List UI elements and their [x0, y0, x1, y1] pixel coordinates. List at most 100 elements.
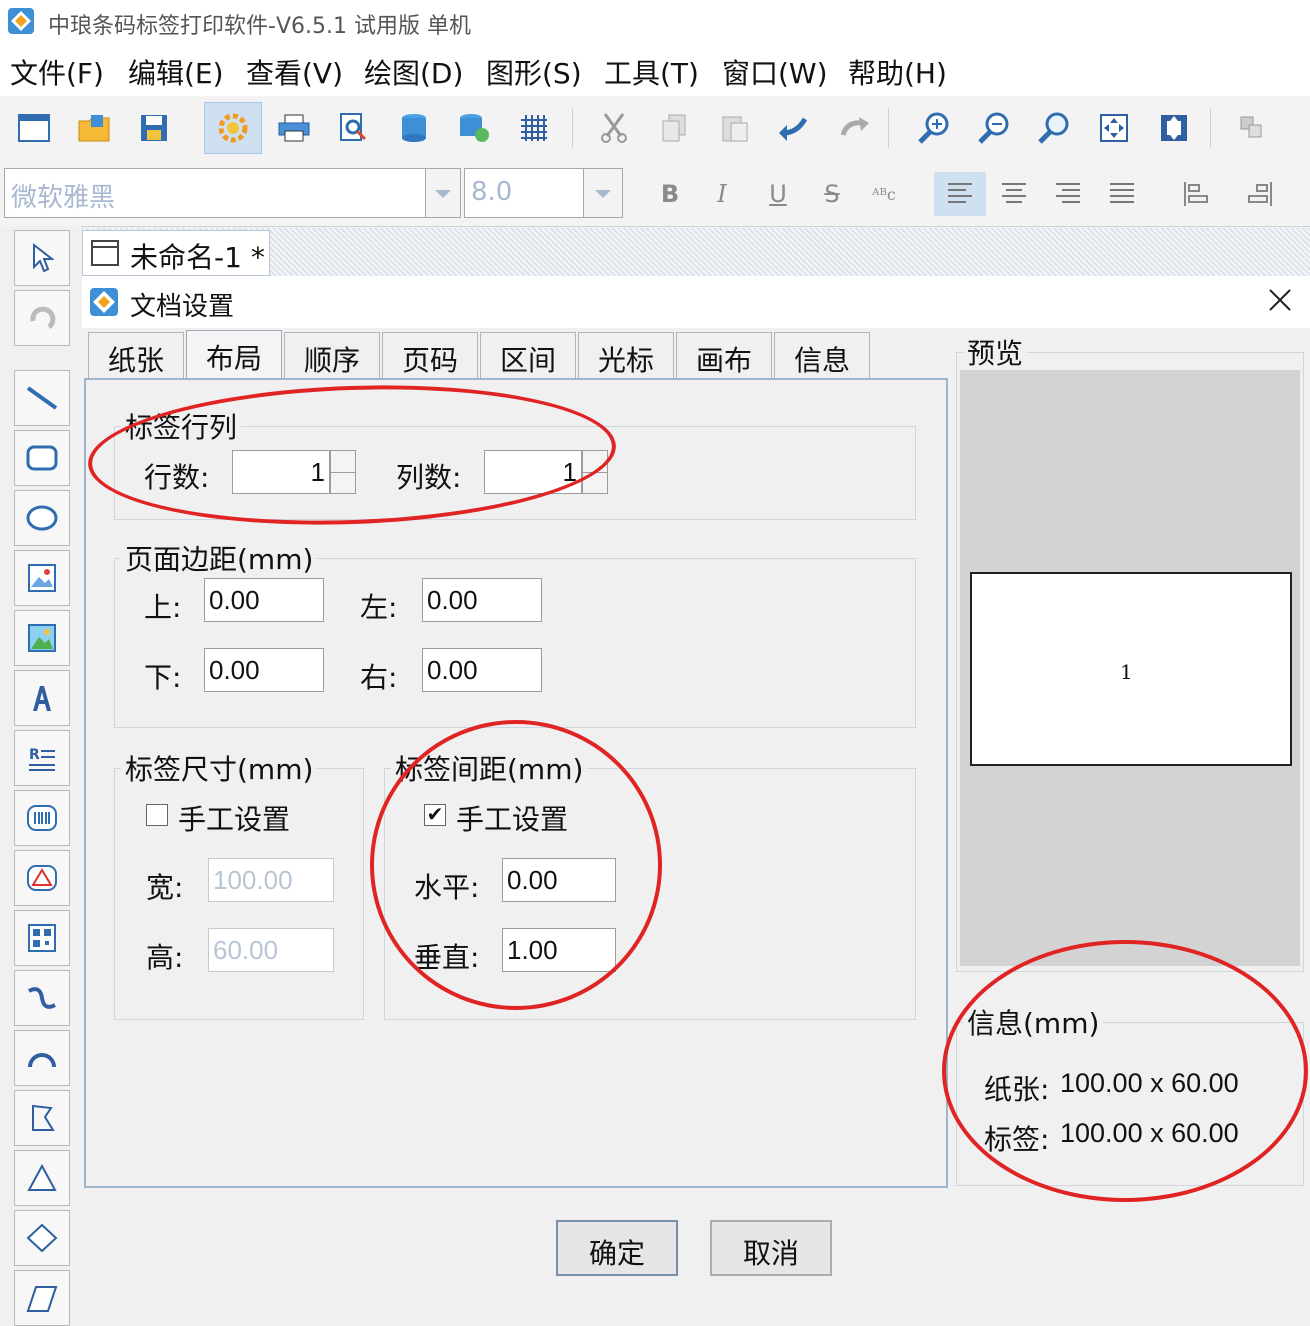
- database-link-icon[interactable]: [448, 102, 500, 154]
- cancel-button[interactable]: 取消: [710, 1220, 832, 1276]
- label-size-legend: 标签尺寸(mm): [125, 753, 314, 786]
- zoom-in-icon[interactable]: [908, 102, 960, 154]
- italic-button[interactable]: I: [700, 172, 744, 216]
- tab-paper[interactable]: 纸张: [88, 332, 184, 378]
- font-size-dropdown[interactable]: [583, 168, 623, 218]
- ellipse-icon[interactable]: [14, 490, 70, 546]
- align-center-icon[interactable]: [992, 172, 1036, 216]
- margin-top-label: 上:: [144, 591, 182, 624]
- align-justify-icon[interactable]: [1100, 172, 1144, 216]
- menu-draw[interactable]: 绘图(D): [364, 52, 463, 92]
- margin-left-input[interactable]: 0.00: [422, 578, 542, 622]
- diamond-icon[interactable]: [14, 1210, 70, 1266]
- line-icon[interactable]: [14, 370, 70, 426]
- copy-icon[interactable]: [648, 102, 700, 154]
- margin-top-input[interactable]: 0.00: [204, 578, 324, 622]
- main-toolbar: [0, 96, 1310, 161]
- annotation-circle-info: [942, 940, 1308, 1202]
- paste-icon[interactable]: [708, 102, 760, 154]
- align-right-icon[interactable]: [1046, 172, 1090, 216]
- font-name-dropdown[interactable]: [425, 168, 461, 218]
- tab-cursor[interactable]: 光标: [578, 332, 674, 378]
- menu-file[interactable]: 文件(F): [10, 52, 104, 92]
- label-width-input[interactable]: 100.00: [208, 858, 334, 902]
- menu-window[interactable]: 窗口(W): [722, 52, 828, 92]
- dialog-header: [82, 276, 1310, 328]
- annotation-circle-label-gap: [370, 720, 662, 1010]
- undo-icon[interactable]: [768, 102, 820, 154]
- preview-legend: 预览: [967, 337, 1024, 370]
- window-title: 中琅条码标签打印软件-V6.5.1 试用版 单机: [48, 14, 471, 39]
- dialog-logo-icon: [90, 288, 118, 316]
- zoom-icon[interactable]: [1028, 102, 1080, 154]
- grid-icon[interactable]: [508, 102, 560, 154]
- open-folder-icon[interactable]: [68, 102, 120, 154]
- arrange-icon[interactable]: [1226, 102, 1278, 154]
- margins-group: 页面边距(mm): [114, 538, 916, 728]
- margin-right-input[interactable]: 0.00: [422, 648, 542, 692]
- actual-size-icon[interactable]: [1148, 102, 1200, 154]
- barcode-icon[interactable]: [14, 790, 70, 846]
- margins-legend: 页面边距(mm): [125, 543, 314, 576]
- font-name-combo[interactable]: 微软雅黑: [4, 168, 426, 218]
- menu-edit[interactable]: 编辑(E): [128, 52, 224, 92]
- text-icon[interactable]: [14, 670, 70, 726]
- document-tab-label: 未命名-1 *: [130, 241, 265, 274]
- tab-order[interactable]: 顺序: [284, 332, 380, 378]
- close-icon[interactable]: [1264, 284, 1296, 316]
- menu-help[interactable]: 帮助(H): [848, 52, 947, 92]
- margin-right-label: 右:: [360, 661, 398, 694]
- label-size-manual-label: 手工设置: [178, 803, 291, 836]
- text-wrap-button[interactable]: ᴬᴮc: [862, 172, 906, 216]
- tab-canvas[interactable]: 画布: [676, 332, 772, 378]
- database-icon[interactable]: [388, 102, 440, 154]
- document-settings-icon[interactable]: [204, 102, 262, 154]
- parallelogram-icon[interactable]: [14, 1270, 70, 1326]
- fit-page-icon[interactable]: [1088, 102, 1140, 154]
- label-height-input[interactable]: 60.00: [208, 928, 334, 972]
- margin-bottom-input[interactable]: 0.00: [204, 648, 324, 692]
- preview-label-number: 1: [1120, 660, 1133, 684]
- menu-tools[interactable]: 工具(T): [604, 52, 699, 92]
- bold-button[interactable]: B: [648, 172, 692, 216]
- margin-bottom-label: 下:: [144, 661, 182, 694]
- menu-view[interactable]: 查看(V): [246, 52, 343, 92]
- underline-button[interactable]: U: [756, 172, 800, 216]
- align-objects-right-icon[interactable]: [1236, 172, 1280, 216]
- rich-text-icon[interactable]: R: [14, 730, 70, 786]
- format-toolbar: 微软雅黑 8.0 B I U S ᴬᴮc: [0, 160, 1310, 227]
- polyline-icon[interactable]: [14, 1090, 70, 1146]
- label-size-manual-checkbox[interactable]: [146, 804, 168, 826]
- ok-button[interactable]: 确定: [556, 1220, 678, 1276]
- tab-info[interactable]: 信息: [774, 332, 870, 378]
- print-preview-icon[interactable]: [328, 102, 380, 154]
- save-icon[interactable]: [128, 102, 180, 154]
- menu-bar: 文件(F) 编辑(E) 查看(V) 绘图(D) 图形(S) 工具(T) 窗口(W…: [0, 44, 1310, 96]
- qrcode-icon[interactable]: [14, 910, 70, 966]
- dialog-title: 文档设置: [130, 292, 235, 322]
- align-left-icon[interactable]: [934, 172, 986, 216]
- curve-icon[interactable]: [14, 970, 70, 1026]
- select-arrow-icon[interactable]: [14, 230, 70, 286]
- image-icon[interactable]: [14, 550, 70, 606]
- font-size-combo[interactable]: 8.0: [464, 168, 584, 218]
- rotate-icon[interactable]: [14, 290, 70, 346]
- tab-layout[interactable]: 布局: [186, 330, 282, 380]
- redo-icon[interactable]: [828, 102, 880, 154]
- zoom-out-icon[interactable]: [968, 102, 1020, 154]
- align-objects-left-icon[interactable]: [1176, 172, 1220, 216]
- rectangle-icon[interactable]: [14, 430, 70, 486]
- app-logo-icon: [8, 8, 34, 34]
- tab-range[interactable]: 区间: [480, 332, 576, 378]
- shape-icon[interactable]: [14, 850, 70, 906]
- cut-icon[interactable]: [588, 102, 640, 154]
- drawing-toolbar: R: [0, 226, 83, 1326]
- arc-icon[interactable]: [14, 1030, 70, 1086]
- print-icon[interactable]: [268, 102, 320, 154]
- menu-shape[interactable]: 图形(S): [486, 52, 582, 92]
- picture-icon[interactable]: [14, 610, 70, 666]
- new-doc-icon[interactable]: [8, 102, 60, 154]
- triangle-icon[interactable]: [14, 1150, 70, 1206]
- strikethrough-button[interactable]: S: [810, 172, 854, 216]
- tab-page-number[interactable]: 页码: [382, 332, 478, 378]
